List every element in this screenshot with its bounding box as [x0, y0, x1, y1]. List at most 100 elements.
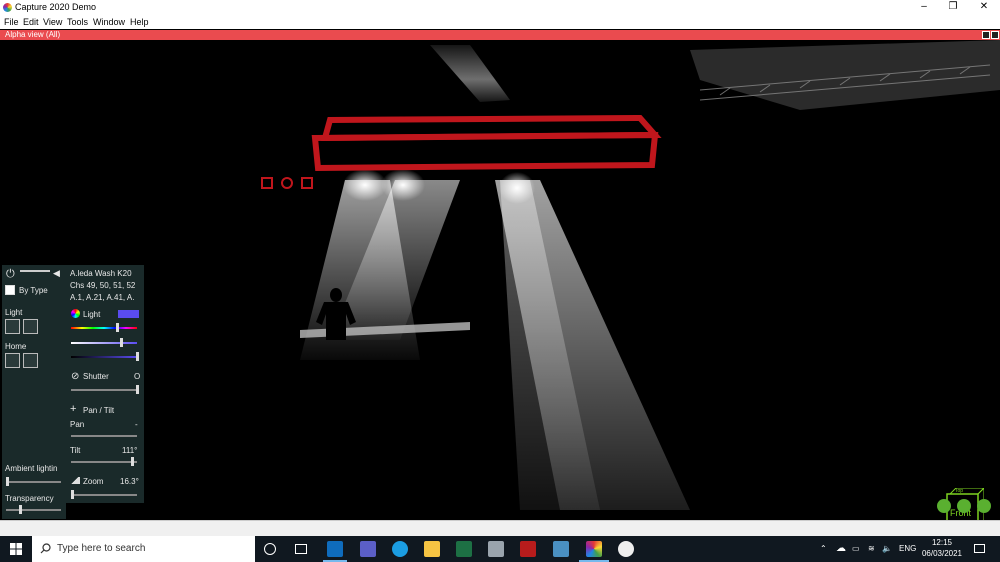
view-header: Alpha view (All) [0, 30, 1000, 40]
3d-app-icon[interactable] [553, 541, 569, 557]
ambient-slider[interactable] [6, 481, 61, 483]
hue-slider[interactable] [71, 327, 137, 329]
volume-icon[interactable]: 🔈 [882, 536, 892, 562]
intensity-slider[interactable] [71, 356, 137, 358]
taskbar-search-box[interactable]: Type here to search [32, 536, 255, 562]
fixture-addresses: A.1, A.21, A.41, A. [70, 293, 135, 302]
menu-help[interactable]: Help [130, 15, 149, 29]
notifications-icon[interactable] [974, 544, 985, 553]
view-title: Alpha view (All) [5, 30, 61, 39]
power-icon[interactable]: ⏻ [6, 268, 15, 281]
cortana-icon[interactable] [264, 543, 276, 555]
properties-panel-left: ⏻ ◀ By Type Light Home Ambient lightin T… [2, 265, 66, 519]
search-icon [40, 543, 51, 554]
media-app-icon[interactable] [520, 541, 536, 557]
transparency-label: Transparency [5, 494, 54, 503]
menu-view[interactable]: View [43, 15, 62, 29]
capture-app-window: Capture 2020 Demo – ❐ ✕ File Edit View T… [0, 0, 1000, 562]
fixture-channels: Chs 49, 50, 51, 52 [70, 281, 136, 290]
minimize-button[interactable]: – [910, 0, 938, 15]
light-label: Light [83, 310, 101, 319]
ambient-light-label: Ambient lightin [5, 464, 58, 473]
light-color-swatch[interactable] [118, 310, 139, 318]
outlook-icon[interactable] [327, 541, 343, 557]
fixture-name: A.leda Wash K20 [70, 269, 132, 278]
pan-slider[interactable] [71, 435, 137, 437]
zoom-label: Zoom [83, 477, 104, 486]
transparency-slider-thumb[interactable] [19, 505, 22, 514]
teams-icon[interactable] [360, 541, 376, 557]
saturation-slider-thumb[interactable] [120, 338, 123, 347]
pan-value: - [135, 420, 138, 429]
zoom-slider[interactable] [71, 494, 137, 496]
by-type-checkbox[interactable] [5, 285, 15, 295]
saturation-slider[interactable] [71, 342, 137, 344]
edge-icon[interactable] [392, 541, 408, 557]
windows-start-icon[interactable] [10, 543, 22, 555]
language-indicator[interactable]: ENG [899, 536, 916, 562]
collapse-arrow-icon[interactable]: ◀ [53, 268, 60, 279]
tray-time[interactable]: 12:15 [922, 538, 962, 547]
wifi-icon[interactable]: ≋ [868, 536, 875, 562]
pan-tilt-label: Pan / Tilt [83, 406, 115, 415]
rotate-view-button[interactable] [937, 499, 951, 513]
master-slider[interactable] [20, 270, 50, 272]
menu-window[interactable]: Window [93, 15, 125, 29]
by-type-label: By Type [19, 286, 48, 295]
menu-bar: File Edit View Tools Window Help [0, 15, 1000, 29]
printer-app-icon[interactable] [488, 541, 504, 557]
zoom-slider-thumb[interactable] [71, 490, 74, 499]
pan-tilt-icon: + [70, 403, 77, 415]
tray-chevron-icon[interactable]: ⌃ [820, 536, 827, 562]
shutter-slider[interactable] [71, 389, 137, 391]
zoom-icon [70, 477, 80, 484]
intensity-slider-thumb[interactable] [136, 352, 139, 361]
home-reset-button[interactable] [23, 353, 38, 368]
reset-view-button[interactable] [957, 499, 971, 513]
tilt-slider[interactable] [71, 461, 137, 463]
view-menu-button[interactable] [977, 499, 991, 513]
viewport-3d[interactable]: Top Front [0, 40, 1000, 520]
color-wheel-icon [71, 309, 80, 318]
shutter-icon: ⊘ [71, 371, 80, 382]
view-undock-button[interactable] [991, 31, 999, 39]
excel-icon[interactable] [456, 541, 472, 557]
transparency-slider[interactable] [6, 509, 61, 511]
zoom-value: 16.3° [120, 477, 139, 486]
menu-tools[interactable]: Tools [67, 15, 88, 29]
nav-cube-top-label: Top [955, 488, 964, 494]
tilt-label: Tilt [70, 446, 81, 455]
menu-file[interactable]: File [4, 15, 19, 29]
shutter-label: Shutter [83, 372, 109, 381]
close-button[interactable]: ✕ [970, 0, 998, 15]
light-section-label: Light [5, 308, 23, 317]
shutter-slider-thumb[interactable] [136, 385, 139, 394]
task-view-icon[interactable] [295, 544, 307, 554]
search-placeholder: Type here to search [57, 543, 146, 554]
windows-taskbar: Type here to search ⌃ ☁ ▭ ≋ 🔈 ENG 12:15 … [0, 536, 1000, 562]
pan-label: Pan [70, 420, 85, 429]
file-explorer-icon[interactable] [424, 541, 440, 557]
light-off-button[interactable] [5, 319, 20, 334]
home-edit-button[interactable] [5, 353, 20, 368]
view-dock-button[interactable] [982, 31, 990, 39]
battery-icon[interactable]: ▭ [852, 536, 860, 562]
maximize-button[interactable]: ❐ [939, 0, 967, 15]
shutter-value: O [134, 372, 141, 381]
tilt-slider-thumb[interactable] [131, 457, 134, 466]
hue-slider-thumb[interactable] [116, 323, 119, 332]
window-title: Capture 2020 Demo [15, 2, 97, 12]
stage-render [261, 40, 1000, 510]
light-on-button[interactable] [23, 319, 38, 334]
capture-taskbar-icon[interactable] [586, 541, 602, 557]
home-section-label: Home [5, 342, 27, 351]
title-bar: Capture 2020 Demo – ❐ ✕ [0, 0, 1000, 15]
menu-edit[interactable]: Edit [23, 15, 39, 29]
zoom-app-icon[interactable] [618, 541, 634, 557]
app-logo-icon [3, 3, 12, 12]
onedrive-icon[interactable]: ☁ [836, 536, 846, 562]
ambient-slider-thumb[interactable] [6, 477, 9, 486]
tray-date[interactable]: 06/03/2021 [920, 549, 964, 558]
status-strip [0, 520, 1000, 536]
fixture-panel: A.leda Wash K20 Chs 49, 50, 51, 52 A.1, … [66, 265, 144, 503]
